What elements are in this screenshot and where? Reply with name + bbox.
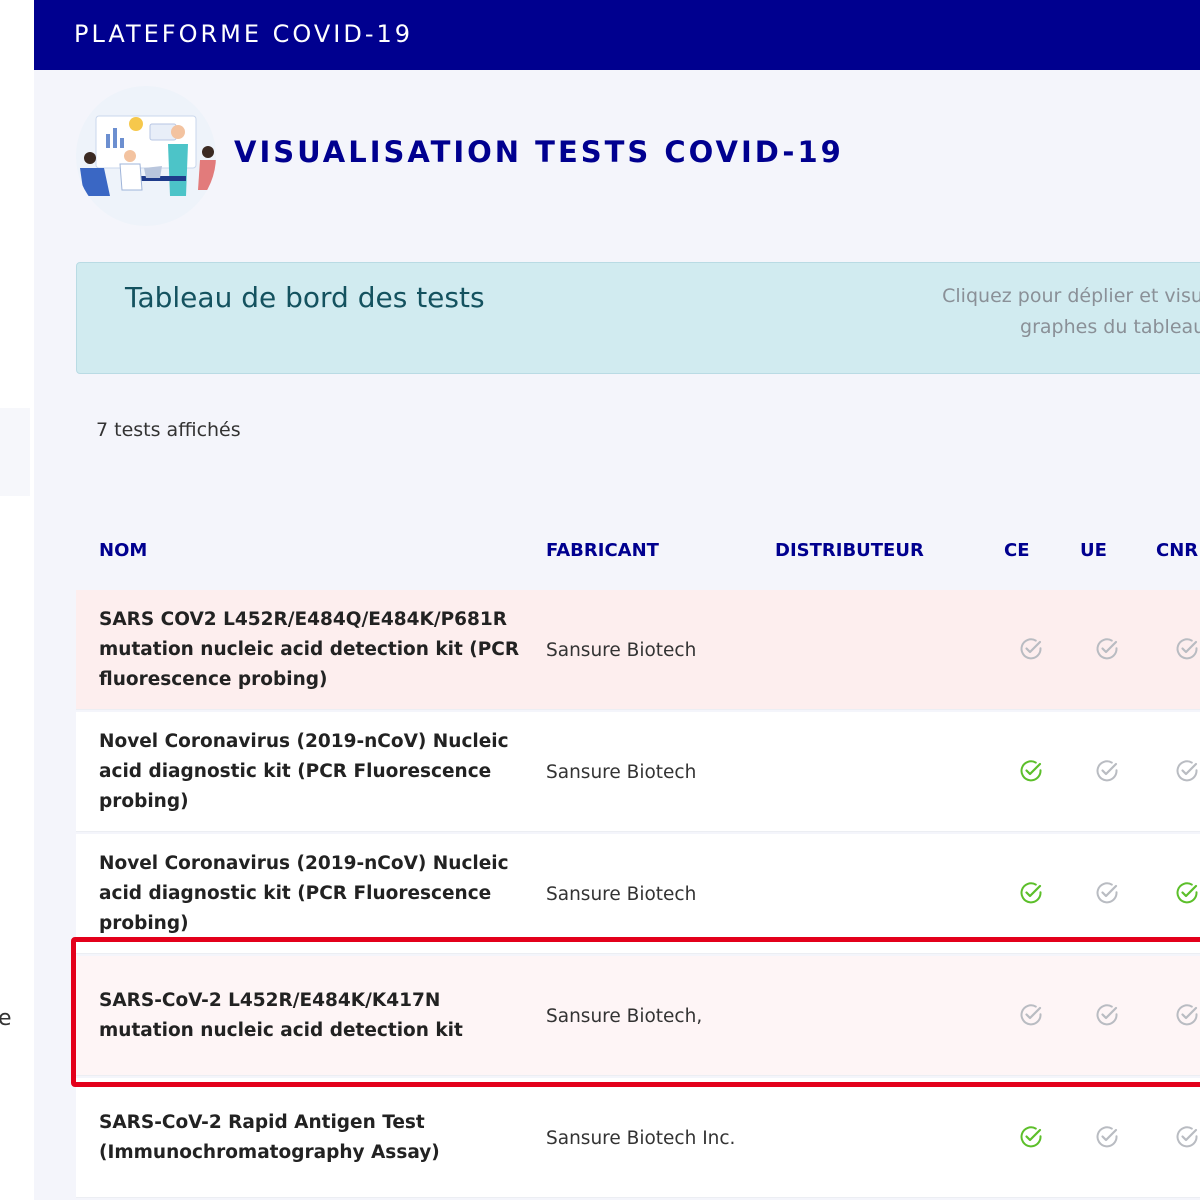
manufacturer-cell: Sansure Biotech: [546, 761, 697, 783]
top-navigation-bar: PLATEFORME COVID-19: [34, 0, 1200, 70]
cnr-check-circle-icon: [1174, 1124, 1200, 1150]
column-header-nom[interactable]: NOM: [99, 540, 147, 561]
column-header-fabricant[interactable]: FABRICANT: [546, 540, 659, 561]
dashboard-panel-toggle[interactable]: Tableau de bord des tests Cliquez pour d…: [76, 262, 1200, 374]
test-name-cell[interactable]: SARS-CoV-2 L452R/E484K/K417N mutation nu…: [99, 956, 529, 1076]
ue-check-circle-icon: [1094, 1124, 1120, 1150]
ce-check-circle-icon: [1018, 636, 1044, 662]
left-sidebar-edge: e: [0, 0, 34, 1200]
test-name-cell[interactable]: Novel Coronavirus (2019-nCoV) Nucleic ac…: [99, 712, 529, 832]
dashboard-panel-title: Tableau de bord des tests: [125, 281, 485, 314]
column-header-cnr[interactable]: CNR: [1156, 540, 1198, 561]
main-content: PLATEFORME COVID-19 VISUALISATION TESTS …: [34, 0, 1200, 1200]
table-row[interactable]: Novel Coronavirus (2019-nCoV) Nucleic ac…: [76, 712, 1200, 832]
ce-check-circle-icon: [1018, 1002, 1044, 1028]
cnr-check-circle-icon: [1174, 880, 1200, 906]
cnr-check-circle-icon: [1174, 758, 1200, 784]
column-header-distributeur[interactable]: DISTRIBUTEUR: [775, 540, 924, 561]
dashboard-panel-hint: Cliquez pour déplier et visualis graphes…: [942, 285, 1200, 338]
table-row[interactable]: SARS-CoV-2 Rapid Antigen Test (Immunochr…: [76, 1078, 1200, 1198]
manufacturer-cell: Sansure Biotech: [546, 883, 697, 905]
sidebar-edge-text: e: [0, 1006, 12, 1031]
table-row[interactable]: SARS-CoV-2 L452R/E484K/K417N mutation nu…: [76, 956, 1200, 1076]
column-header-ce[interactable]: CE: [1004, 540, 1030, 561]
results-count: 7 tests affichés: [96, 419, 241, 441]
sidebar-stub: [0, 408, 30, 496]
ue-check-circle-icon: [1094, 880, 1120, 906]
test-name-cell[interactable]: SARS COV2 L452R/E484Q/E484K/P681R mutati…: [99, 590, 529, 710]
team-meeting-illustration: [76, 86, 216, 226]
ce-check-circle-icon: [1018, 880, 1044, 906]
cnr-check-circle-icon: [1174, 1002, 1200, 1028]
brand-title[interactable]: PLATEFORME COVID-19: [74, 20, 413, 48]
ce-check-circle-icon: [1018, 758, 1044, 784]
ue-check-circle-icon: [1094, 1002, 1120, 1028]
page-title: VISUALISATION TESTS COVID-19: [234, 135, 844, 169]
column-header-ue[interactable]: UE: [1080, 540, 1107, 561]
manufacturer-cell: Sansure Biotech: [546, 639, 697, 661]
manufacturer-cell: Sansure Biotech Inc.: [546, 1127, 736, 1149]
ue-check-circle-icon: [1094, 758, 1120, 784]
cnr-check-circle-icon: [1174, 636, 1200, 662]
table-header: NOM FABRICANT DISTRIBUTEUR CE UE CNR: [76, 536, 1200, 572]
manufacturer-cell: Sansure Biotech,: [546, 1005, 703, 1027]
ue-check-circle-icon: [1094, 636, 1120, 662]
ce-check-circle-icon: [1018, 1124, 1044, 1150]
table-row[interactable]: SARS COV2 L452R/E484Q/E484K/P681R mutati…: [76, 590, 1200, 710]
table-row[interactable]: Novel Coronavirus (2019-nCoV) Nucleic ac…: [76, 834, 1200, 954]
test-name-cell[interactable]: Novel Coronavirus (2019-nCoV) Nucleic ac…: [99, 834, 529, 954]
test-name-cell[interactable]: SARS-CoV-2 Rapid Antigen Test (Immunochr…: [99, 1078, 529, 1198]
